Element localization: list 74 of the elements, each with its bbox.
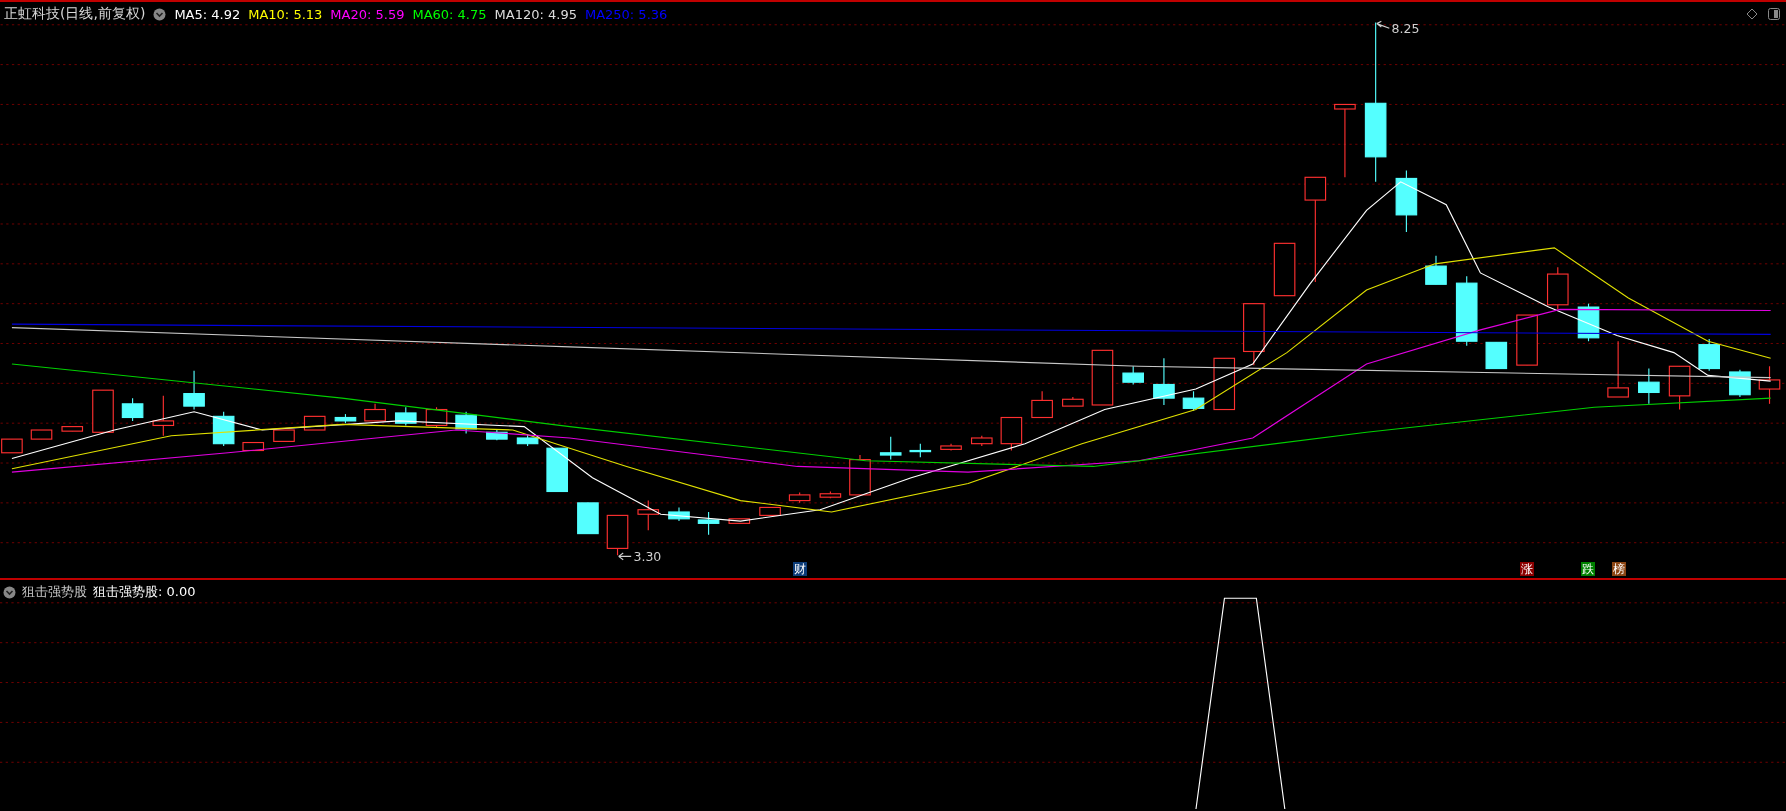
candlestick [92, 389, 114, 433]
candlestick [395, 406, 417, 427]
indicator-title: 狙击强势股 [22, 583, 87, 601]
candlestick [1698, 338, 1720, 372]
diamond-icon[interactable] [1746, 8, 1758, 20]
ma-value: MA10: 5.13 [248, 6, 323, 22]
candlestick [909, 443, 932, 458]
candlestick [61, 426, 84, 432]
panel-toggle-icon[interactable] [1768, 8, 1780, 20]
ma-value: MA60: 4.75 [412, 6, 487, 22]
candlestick [1516, 314, 1538, 366]
candlestick [1062, 396, 1084, 407]
candlestick [486, 429, 508, 441]
candlestick [1455, 275, 1478, 347]
candlestick [546, 447, 568, 493]
ma-value: MA5: 4.92 [174, 6, 241, 22]
candlestick [1668, 365, 1691, 411]
event-marker[interactable]: 跌 [1580, 562, 1595, 576]
candlestick [1031, 390, 1053, 419]
candlestick [759, 506, 781, 516]
candlestick [242, 441, 265, 452]
candlestick [516, 434, 539, 447]
candlestick [1425, 255, 1447, 285]
candlestick [152, 395, 175, 437]
candlestick [879, 436, 902, 461]
candlestick [788, 492, 811, 504]
low-price-label: 3.30 [633, 548, 662, 564]
candlestick [212, 411, 235, 447]
candlestick [970, 435, 993, 447]
candlestick [183, 370, 205, 411]
high-price-label: 8.25 [1391, 20, 1420, 36]
candlestick [121, 397, 144, 422]
stock-title: 正虹科技(日线,前复权) [4, 5, 146, 23]
ma-value: MA250: 5.36 [584, 6, 668, 22]
candlestick [1182, 390, 1205, 412]
indicator-value: 狙击强势股: 0.00 [93, 583, 196, 601]
candlestick [425, 406, 448, 429]
candlestick [819, 490, 842, 499]
candlestick [30, 429, 53, 440]
candlestick [637, 500, 660, 531]
candlestick [1213, 357, 1236, 411]
candlestick [1607, 340, 1629, 398]
candlestick [1638, 368, 1660, 405]
candlestick [364, 403, 386, 422]
candlestick [334, 413, 357, 424]
candlestick [577, 502, 599, 535]
candlestick [1273, 242, 1296, 297]
candlestick [1395, 169, 1418, 233]
candlestick [1153, 357, 1175, 406]
candlestick [1243, 303, 1265, 366]
candlestick [1485, 341, 1508, 370]
event-marker[interactable]: 涨 [1520, 562, 1535, 576]
ma-value: MA120: 4.95 [494, 6, 577, 22]
candlestick [668, 506, 690, 522]
chevron-down-icon[interactable] [153, 7, 167, 21]
candlestick [697, 511, 720, 536]
candlestick [606, 514, 629, 556]
candlestick [940, 443, 962, 452]
candlestick [455, 411, 477, 434]
leader-arrow [1376, 20, 1390, 29]
leader-arrow [618, 552, 632, 561]
candlestick [1547, 266, 1569, 310]
candlestick [849, 454, 871, 496]
event-marker[interactable]: 榜 [1611, 562, 1626, 576]
candlestick [1000, 416, 1023, 452]
event-marker[interactable]: 财 [792, 562, 807, 576]
candlestick [1758, 365, 1781, 405]
candlestick [728, 518, 751, 524]
ma-value: MA20: 5.59 [330, 6, 405, 22]
chevron-down-icon[interactable] [3, 585, 16, 599]
candlestick [273, 429, 295, 442]
candlestick [1729, 369, 1751, 398]
candlestick [1122, 365, 1144, 386]
candlestick [1091, 349, 1114, 406]
